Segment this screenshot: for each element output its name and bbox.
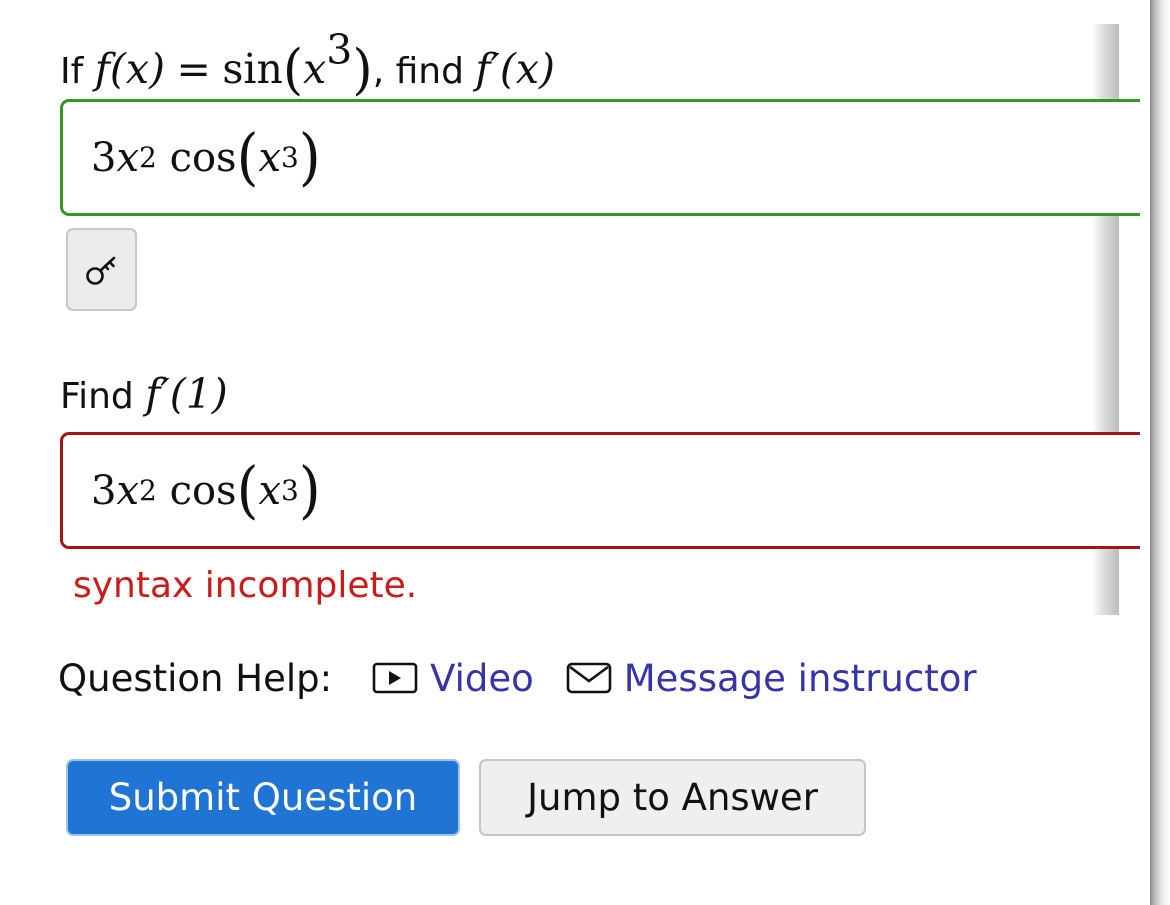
question-2-prompt: Find f′(1)	[60, 374, 228, 415]
prompt-equals: =	[176, 45, 211, 93]
answer-var: x	[116, 467, 140, 514]
prompt-sin: sin	[222, 45, 283, 93]
open-paren: (	[282, 38, 304, 102]
answer-fn: cos	[169, 134, 237, 181]
answer-var: x	[116, 134, 140, 181]
question-1-prompt: If f(x) = sin(x3), find f′(x)	[60, 30, 555, 102]
syntax-error-message: syntax incomplete.	[73, 565, 418, 606]
answer-1-expression: 3x2 cos(x 3)	[91, 102, 321, 213]
answer-inner-var: x	[258, 467, 281, 514]
answer-inner-exp: 3	[281, 141, 299, 174]
answer-field-2[interactable]: 3x2 cos(x 3)	[60, 432, 1140, 549]
prompt-derivative-at-1: f′(1)	[145, 370, 228, 418]
close-paren: )	[298, 454, 321, 527]
question-help-label: Question Help:	[58, 656, 333, 700]
close-paren: )	[352, 38, 373, 102]
video-link[interactable]: Video	[372, 657, 534, 700]
key-icon	[85, 256, 115, 285]
answer-coef: 3	[91, 467, 117, 514]
message-instructor-link[interactable]: Message instructor	[566, 657, 977, 700]
answer-exp: 2	[139, 141, 157, 174]
answer-inner-exp: 3	[281, 474, 299, 507]
message-instructor-label: Message instructor	[623, 656, 977, 700]
prompt-function: f(x)	[94, 45, 166, 93]
play-icon	[372, 662, 418, 694]
answer-exp: 2	[139, 474, 157, 507]
open-paren: (	[236, 121, 259, 194]
prompt-if: If	[60, 51, 84, 92]
prompt-find: , find	[372, 51, 464, 92]
answer-2-expression: 3x2 cos(x 3)	[91, 435, 321, 546]
prompt-derivative: f′(x)	[475, 45, 555, 93]
envelope-icon	[566, 662, 612, 694]
answer-coef: 3	[91, 134, 117, 181]
preview-key-button[interactable]	[66, 228, 137, 311]
question-help: Question Help: Video Message instructor	[58, 655, 977, 701]
window-edge	[1150, 0, 1170, 905]
answer-field-1[interactable]: 3x2 cos(x 3)	[60, 99, 1140, 216]
video-label: Video	[430, 656, 534, 700]
answer-inner-var: x	[258, 134, 281, 181]
prompt-exponent: 3	[326, 26, 353, 74]
jump-to-answer-button[interactable]: Jump to Answer	[479, 759, 866, 836]
prompt-find: Find	[60, 376, 134, 417]
submit-question-button[interactable]: Submit Question	[66, 759, 460, 836]
answer-fn: cos	[169, 467, 237, 514]
prompt-x: x	[303, 45, 327, 93]
open-paren: (	[236, 454, 259, 527]
close-paren: )	[298, 121, 321, 194]
